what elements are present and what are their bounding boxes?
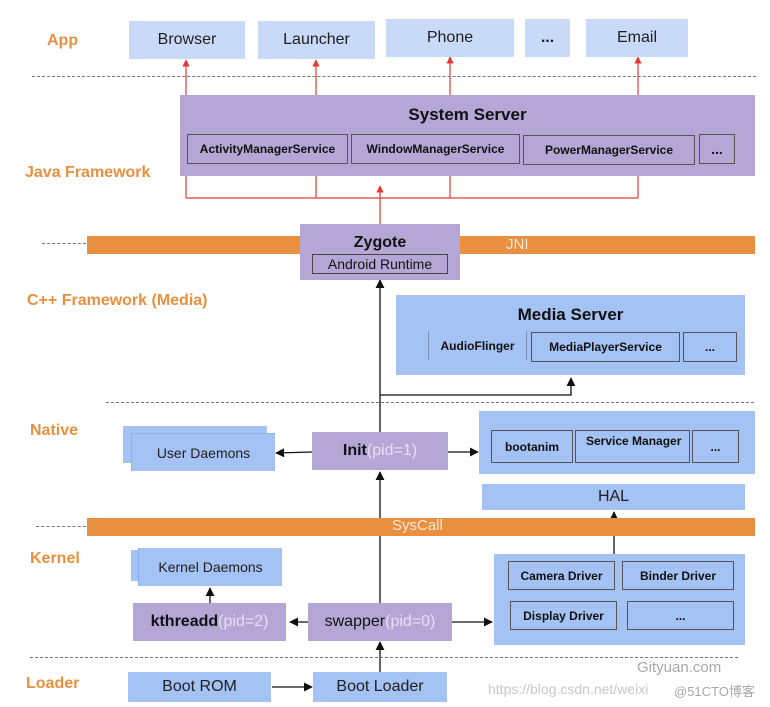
swapper-pid: (pid=0) [385,613,436,630]
android-runtime: Android Runtime [312,254,448,274]
service-power-manager[interactable]: PowerManagerService [523,135,695,165]
driver-more[interactable]: ... [627,601,734,630]
zygote[interactable]: Zygote Android Runtime [300,224,460,280]
kernel-daemons[interactable]: Kernel Daemons [138,548,282,586]
media-server-title: Media Server [517,305,624,324]
app-browser[interactable]: Browser [129,21,245,59]
system-server-title: System Server [408,105,527,124]
app-more[interactable]: ... [525,19,570,57]
media-service-more[interactable]: ... [683,332,737,362]
layer-label-kernel: Kernel [30,550,80,567]
swapper-process[interactable]: swapper (pid=0) [308,603,452,641]
zygote-title: Zygote [353,234,407,251]
separator-app-java [32,76,756,77]
native-service-more[interactable]: ... [692,430,739,463]
jni-label: JNI [506,236,529,253]
layer-label-native: Native [30,422,79,439]
service-activity-manager[interactable]: ActivityManagerService [187,134,348,164]
service-window-manager[interactable]: WindowManagerService [351,134,520,164]
watermark-gityuan: Gityuan.com [637,659,722,676]
service-bootanim[interactable]: bootanim [491,430,573,463]
kernel-drivers: Camera Driver Binder Driver Display Driv… [494,554,745,645]
layer-label-java-framework: Java Framework [25,164,151,181]
watermark-51cto: @51CTO博客 [674,684,755,699]
boot-rom[interactable]: Boot ROM [128,672,271,702]
init-pid: (pid=1) [366,442,418,459]
separator-kernel-loader [30,657,738,658]
watermark-csdn-url: https://blog.csdn.net/weixi [488,681,649,697]
native-services: bootanim Service Manager ... [479,411,755,474]
syscall-label: SysCall [392,517,443,534]
init-name: Init [342,442,367,459]
separator-jni-left [42,243,86,244]
app-email[interactable]: Email [586,19,688,57]
service-more[interactable]: ... [699,134,735,164]
init-process[interactable]: Init (pid=1) [312,432,448,470]
driver-display[interactable]: Display Driver [510,601,617,630]
app-phone[interactable]: Phone [386,19,514,57]
service-audio-flinger[interactable]: AudioFlinger [428,331,527,360]
system-server: System Server ActivityManagerService Win… [180,95,755,176]
kthreadd-name: kthreadd [150,613,219,630]
driver-camera[interactable]: Camera Driver [508,561,615,590]
layer-label-loader: Loader [26,675,80,692]
driver-binder[interactable]: Binder Driver [622,561,734,590]
hal[interactable]: HAL [482,484,745,510]
service-media-player[interactable]: MediaPlayerService [531,332,680,362]
user-daemons[interactable]: User Daemons [131,433,275,471]
layer-label-app: App [47,32,79,49]
separator-cpp-native [106,402,754,403]
app-launcher[interactable]: Launcher [258,21,375,59]
swapper-name: swapper [324,613,386,630]
separator-syscall-left [36,526,86,527]
boot-loader[interactable]: Boot Loader [313,672,447,702]
media-server: Media Server AudioFlinger MediaPlayerSer… [396,295,745,375]
layer-label-cpp-framework: C++ Framework (Media) [27,292,208,309]
kthreadd-pid: (pid=2) [218,613,269,630]
kthreadd-process[interactable]: kthreadd (pid=2) [133,603,286,641]
service-service-manager[interactable]: Service Manager [575,430,690,463]
